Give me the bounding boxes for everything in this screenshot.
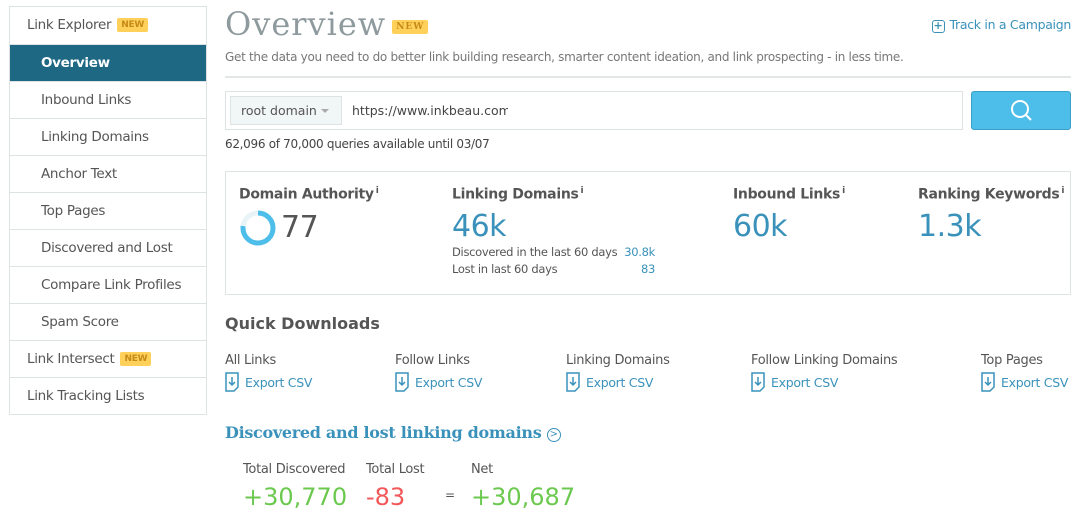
export-csv-link[interactable]: Export CSV: [395, 372, 482, 392]
track-campaign-link[interactable]: + Track in a Campaign: [931, 17, 1072, 33]
sidebar-item-top-pages[interactable]: Top Pages: [10, 192, 206, 229]
label: Link Intersect: [27, 351, 115, 367]
quick-downloads-title: Quick Downloads: [225, 314, 380, 333]
sidebar-item-linking-domains[interactable]: Linking Domains: [10, 118, 206, 155]
metric-domain-authority: Domain Authority i 77: [239, 186, 379, 247]
equals-sign: =: [445, 488, 456, 502]
sidebar: Link Explorer NEW Overview Inbound Links …: [9, 6, 207, 415]
sidebar-item-link-explorer[interactable]: Link Explorer NEW: [10, 7, 206, 44]
export-csv-link[interactable]: Export CSV: [225, 372, 312, 392]
label: Total Discovered: [243, 462, 346, 477]
search-box: root domain: [225, 91, 963, 130]
metric-ranking-keywords: Ranking Keywords i 1.3k: [918, 186, 1064, 244]
info-icon[interactable]: i: [842, 186, 845, 196]
label: Ranking Keywords: [918, 186, 1060, 203]
discovered-lost-title[interactable]: Discovered and lost linking domains >: [225, 423, 561, 442]
download-label: Follow Links: [395, 353, 470, 368]
export-csv-link[interactable]: Export CSV: [751, 372, 897, 392]
file-download-icon: [566, 372, 580, 392]
scope-dropdown[interactable]: root domain: [230, 96, 342, 125]
sidebar-item-discovered-lost[interactable]: Discovered and Lost: [10, 229, 206, 266]
download-2: Linking Domains Export CSV: [566, 353, 670, 392]
discovered-row: Discovered in the last 60 days 30.8k: [452, 244, 655, 261]
new-badge: NEW: [392, 20, 429, 34]
lost-row: Lost in last 60 days 83: [452, 261, 655, 278]
search-icon: [1011, 100, 1032, 121]
export-label: Export CSV: [771, 374, 839, 390]
url-input[interactable]: [352, 92, 508, 129]
il-value: 60k: [733, 208, 788, 244]
search-button[interactable]: [971, 91, 1071, 130]
download-0: All Links Export CSV: [225, 353, 312, 392]
download-label: All Links: [225, 353, 276, 368]
value: +30,687: [471, 483, 576, 511]
sidebar-item-overview[interactable]: Overview: [10, 44, 206, 81]
new-badge: NEW: [117, 18, 148, 32]
scope-value: root domain: [241, 103, 317, 118]
sidebar-item-link-tracking[interactable]: Link Tracking Lists: [10, 377, 206, 414]
label: Linking Domains: [452, 186, 579, 203]
info-icon[interactable]: i: [1061, 186, 1064, 196]
download-label: Linking Domains: [566, 353, 670, 368]
export-label: Export CSV: [245, 374, 313, 390]
track-label: Track in a Campaign: [949, 17, 1072, 32]
rk-value: 1.3k: [918, 208, 982, 244]
net: Net +30,687: [471, 462, 575, 511]
download-1: Follow Links Export CSV: [395, 353, 482, 392]
sidebar-item-spam-score[interactable]: Spam Score: [10, 303, 206, 340]
ld-value: 46k: [452, 208, 507, 244]
label: Lost in last 60 days: [452, 261, 558, 276]
divider: [225, 76, 1071, 78]
title-text: Overview: [225, 5, 387, 43]
metric-linking-domains: Linking Domains i 46k Discovered in the l…: [452, 186, 655, 278]
metrics-panel: Domain Authority i 77 Linking Domains i 46…: [225, 171, 1071, 295]
query-quota: 62,096 of 70,000 queries available until…: [225, 137, 490, 151]
total-lost: Total Lost -83: [366, 462, 425, 511]
label: Link Explorer: [27, 17, 112, 33]
info-icon[interactable]: i: [581, 186, 584, 196]
sidebar-item-link-intersect[interactable]: Link Intersect NEW: [10, 340, 206, 377]
value: +30,770: [243, 483, 348, 511]
download-3: Follow Linking Domains Export CSV: [751, 353, 898, 392]
label: Total Lost: [366, 462, 425, 477]
page-title: Overview NEW: [225, 5, 429, 43]
title-text: Discovered and lost linking domains: [225, 423, 542, 442]
total-discovered: Total Discovered +30,770: [243, 462, 347, 511]
label: Net: [471, 462, 493, 477]
label: Domain Authority: [239, 186, 374, 203]
plus-icon: +: [931, 20, 945, 33]
value: -83: [366, 483, 406, 511]
info-icon[interactable]: i: [376, 186, 379, 196]
export-label: Export CSV: [586, 374, 654, 390]
sidebar-item-compare[interactable]: Compare Link Profiles: [10, 266, 206, 303]
sidebar-item-anchor-text[interactable]: Anchor Text: [10, 155, 206, 192]
file-download-icon: [225, 372, 239, 392]
export-csv-link[interactable]: Export CSV: [981, 372, 1068, 392]
label: Discovered in the last 60 days: [452, 244, 618, 259]
chevron-down-icon: [321, 109, 329, 117]
da-donut: [240, 210, 276, 246]
value[interactable]: 30.8k: [624, 244, 655, 261]
download-label: Follow Linking Domains: [751, 353, 898, 368]
file-download-icon: [751, 372, 765, 392]
chevron-right-circle-icon[interactable]: >: [546, 428, 561, 442]
file-download-icon: [395, 372, 409, 392]
export-label: Export CSV: [415, 374, 483, 390]
value[interactable]: 83: [641, 261, 655, 278]
download-4: Top Pages Export CSV: [981, 353, 1068, 392]
export-csv-link[interactable]: Export CSV: [566, 372, 670, 392]
metric-inbound-links: Inbound Links i 60k: [733, 186, 845, 244]
label: Inbound Links: [733, 186, 841, 203]
download-label: Top Pages: [981, 353, 1043, 368]
export-label: Export CSV: [1001, 374, 1069, 390]
new-badge: NEW: [120, 352, 152, 366]
sidebar-item-inbound-links[interactable]: Inbound Links: [10, 81, 206, 118]
subtitle: Get the data you need to do better link …: [225, 50, 904, 64]
da-value: 77: [281, 210, 319, 246]
file-download-icon: [981, 372, 995, 392]
